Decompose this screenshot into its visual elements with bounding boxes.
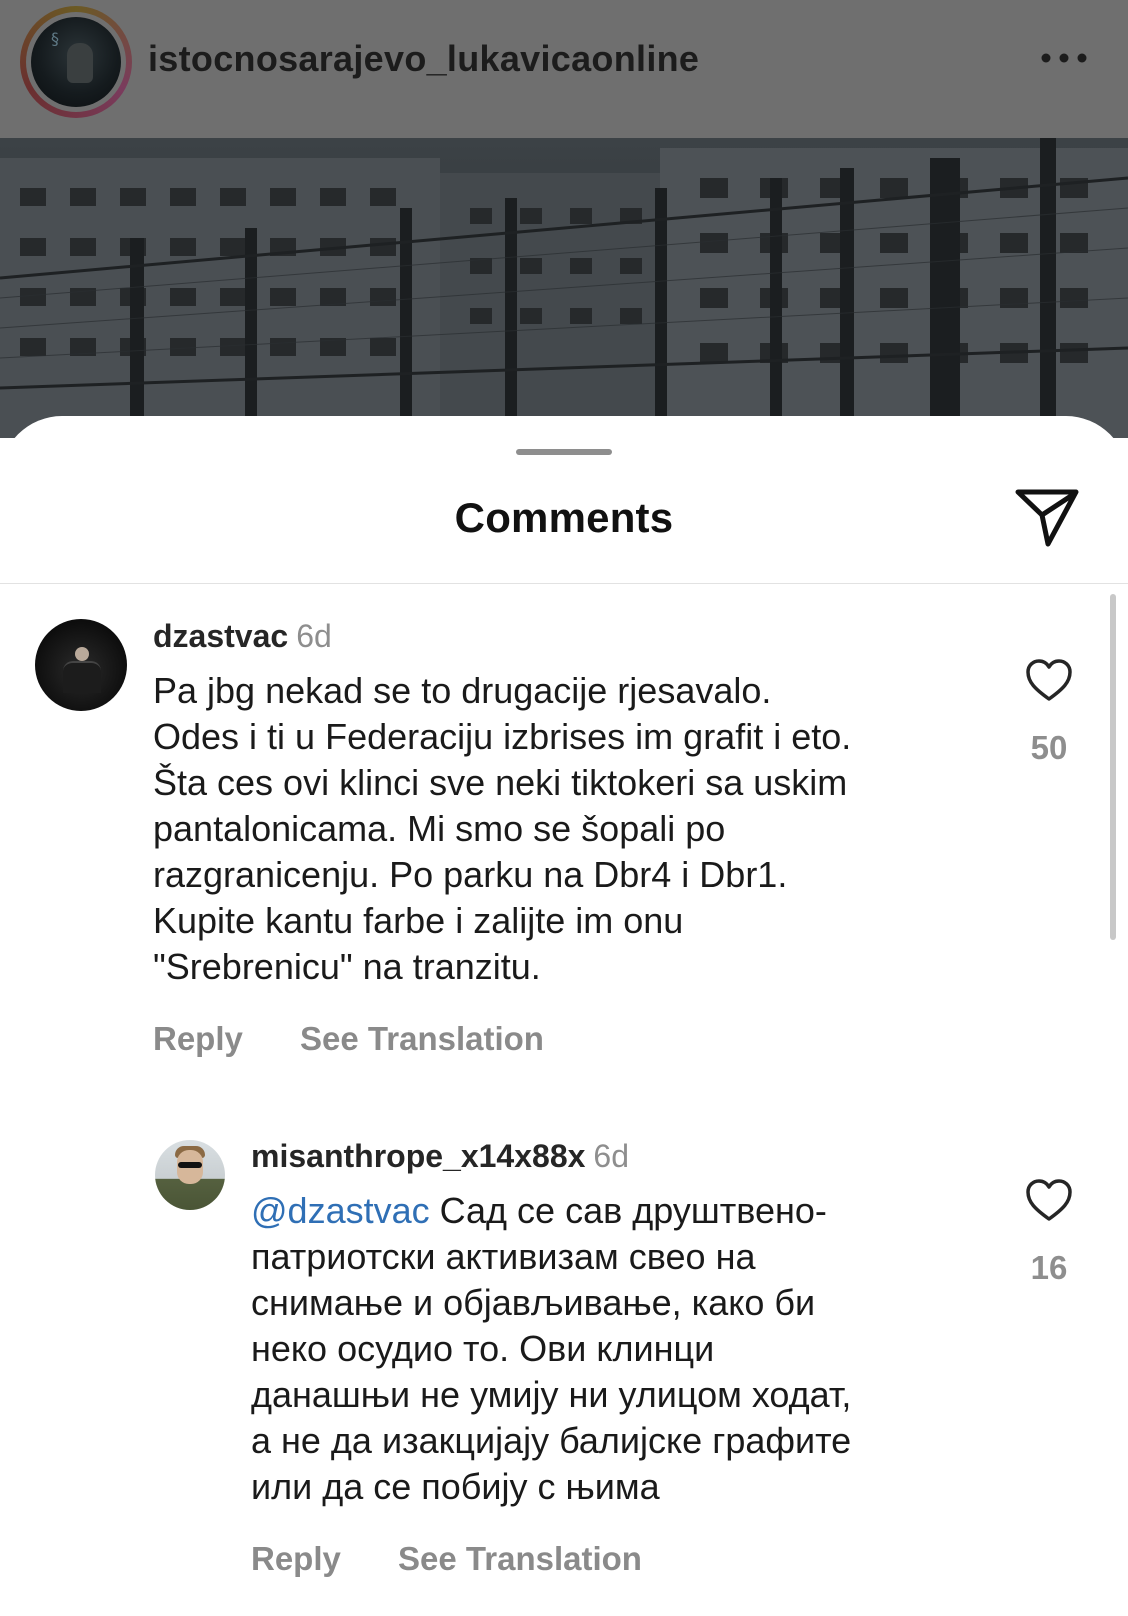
comment-line: патриотски активизам свео на xyxy=(251,1236,756,1277)
comment-line: Pa jbg nekad se to drugacije rjesavalo. xyxy=(153,670,772,711)
comment-time: 6d xyxy=(593,1138,629,1174)
profile-avatar[interactable]: § xyxy=(20,6,132,118)
comment-line: Odes i ti u Federaciju izbrises im grafi… xyxy=(153,716,852,757)
reply-button[interactable]: Reply xyxy=(251,1540,341,1578)
avatar-body xyxy=(63,661,101,693)
comment-line: а не да изакцијају балијске графите xyxy=(251,1420,852,1461)
photo-buildings-fence xyxy=(0,138,1128,438)
avatar-sunglasses xyxy=(178,1162,202,1168)
comment-line-rest: Сад се сав друштвено- xyxy=(429,1190,827,1231)
comment-username-text[interactable]: misanthrope_x14x88x xyxy=(251,1138,585,1174)
avatar-head xyxy=(75,647,89,661)
comment-line: неко осудио то. Ови клинци xyxy=(251,1328,715,1369)
see-translation-button[interactable]: See Translation xyxy=(398,1540,642,1578)
comment-line: Šta ces ovi klinci sve neki tiktokeri sa… xyxy=(153,762,848,803)
comment-line: @dzastvac Сад се сав друштвено- xyxy=(251,1188,851,1234)
more-horizontal-icon[interactable] xyxy=(1040,50,1088,66)
comment-line: "Srebrenicu" na tranzitu. xyxy=(153,946,541,987)
comment-line: razgranicenju. Po parku na Dbr4 i Dbr1. xyxy=(153,854,788,895)
comment-actions: Reply See Translation xyxy=(153,1020,544,1058)
like-count: 16 xyxy=(1030,1249,1068,1286)
sheet-divider xyxy=(0,583,1128,584)
comment-time: 6d xyxy=(296,618,332,654)
comment-username[interactable]: dzastvac 6d xyxy=(153,618,332,655)
avatar-figure xyxy=(67,43,93,83)
avatar-logo-mark: § xyxy=(51,29,59,48)
scrollbar[interactable] xyxy=(1110,594,1116,940)
comment-text: @dzastvac Сад се сав друштвено- патриотс… xyxy=(251,1188,851,1510)
comment-actions: Reply See Translation xyxy=(251,1540,642,1578)
comment-line: снимање и објављивање, како би xyxy=(251,1282,816,1323)
comment-line: данашњи не умију ни улицом ходат, xyxy=(251,1374,852,1415)
comment-username[interactable]: misanthrope_x14x88x 6d xyxy=(251,1138,629,1175)
send-icon[interactable] xyxy=(1014,488,1082,550)
commenter-avatar[interactable] xyxy=(35,619,127,711)
like-count: 50 xyxy=(1030,729,1068,766)
commenter-avatar[interactable] xyxy=(155,1140,225,1210)
sheet-title: Comments xyxy=(454,494,674,541)
heart-icon[interactable] xyxy=(1025,1178,1073,1222)
heart-icon[interactable] xyxy=(1025,658,1073,702)
comment-line: или да се побију с њима xyxy=(251,1466,660,1507)
comment-line: Kupite kantu farbe i zalijte im onu xyxy=(153,900,684,941)
comment-line: pantalonicama. Mi smo se šopali po xyxy=(153,808,726,849)
post-username[interactable]: istocnosarajevo_lukavicaonline xyxy=(148,38,699,80)
see-translation-button[interactable]: See Translation xyxy=(300,1020,544,1058)
comment-username-text[interactable]: dzastvac xyxy=(153,618,288,654)
post-photo xyxy=(0,138,1128,438)
post-header: § istocnosarajevo_lukavicaonline xyxy=(0,0,1128,138)
sheet-drag-handle[interactable] xyxy=(516,449,612,455)
avatar-image: § xyxy=(31,17,121,107)
comment-text: Pa jbg nekad se to drugacije rjesavalo. … xyxy=(153,668,851,990)
reply-button[interactable]: Reply xyxy=(153,1020,243,1058)
mention-link[interactable]: @dzastvac xyxy=(251,1190,430,1231)
